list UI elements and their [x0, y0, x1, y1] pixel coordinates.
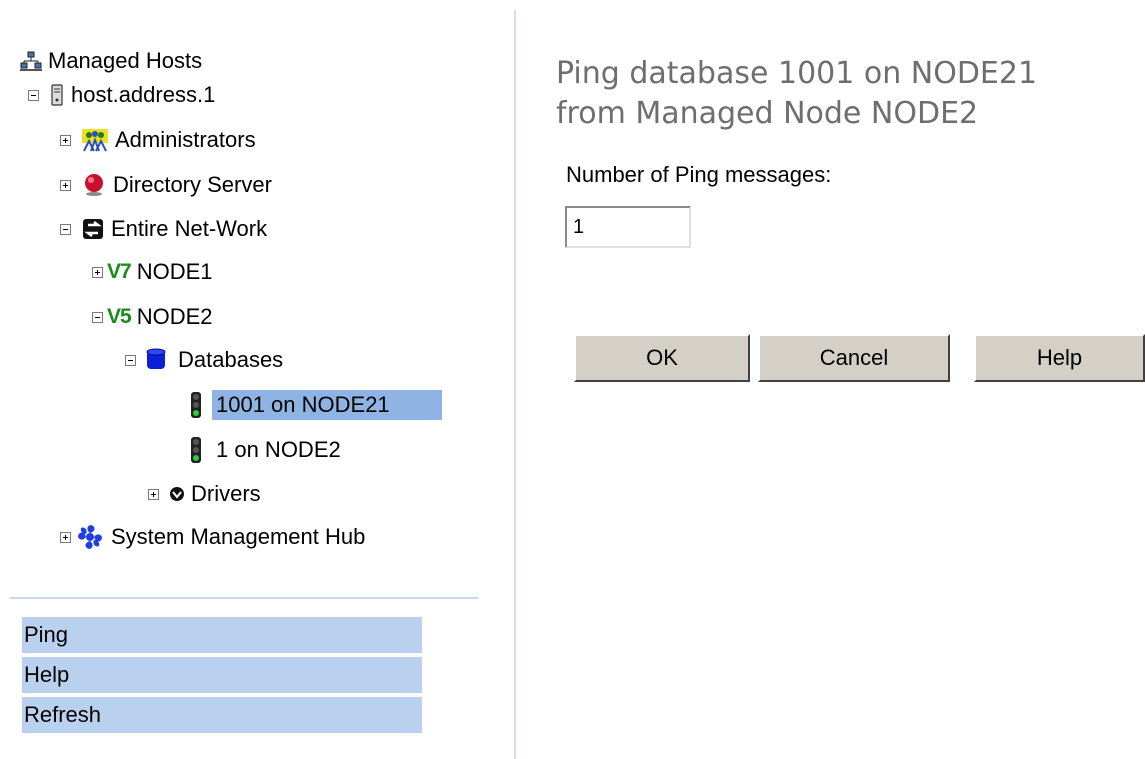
collapse-toggle-icon[interactable] — [28, 89, 39, 101]
smh-icon — [75, 523, 105, 551]
version-badge: V5 — [107, 305, 132, 328]
traffic-light-icon — [190, 437, 202, 463]
content-pane: Ping database 1001 on NODE21 from Manage… — [516, 0, 1145, 759]
ok-button[interactable]: OK — [574, 334, 750, 382]
action-ping[interactable]: Ping — [22, 617, 422, 653]
page-title-line1: Ping database 1001 on NODE21 — [556, 56, 1038, 91]
ping-count-label: Number of Ping messages: — [566, 162, 832, 187]
administrators-icon — [81, 128, 109, 152]
tree-item-databases[interactable]: Databases — [125, 346, 283, 374]
version-badge: V7 — [107, 260, 132, 283]
tree-item-system-management-hub[interactable]: System Management Hub — [60, 523, 365, 551]
tree-item-node1[interactable]: V7 NODE1 — [92, 258, 212, 286]
cancel-button[interactable]: Cancel — [758, 334, 950, 382]
database-icon — [146, 348, 166, 372]
collapse-toggle-icon[interactable] — [60, 223, 71, 235]
help-button[interactable]: Help — [974, 334, 1145, 382]
tree-label: NODE1 — [136, 259, 213, 284]
expand-toggle-icon[interactable] — [60, 134, 71, 146]
tree-item-managed-hosts[interactable]: Managed Hosts — [20, 47, 202, 75]
navigation-pane: Managed Hosts host.address.1 Administrat… — [0, 0, 514, 759]
action-help[interactable]: Help — [22, 657, 422, 693]
entire-network-icon — [81, 217, 105, 241]
expand-toggle-icon[interactable] — [60, 179, 71, 191]
tree-item-entire-network[interactable]: Entire Net-Work — [60, 215, 267, 243]
expand-toggle-icon[interactable] — [60, 531, 71, 543]
drivers-icon — [169, 486, 185, 502]
tree-label: Managed Hosts — [48, 48, 203, 73]
tree-item-node2[interactable]: V5 NODE2 — [92, 303, 212, 331]
tree-item-drivers[interactable]: Drivers — [148, 480, 261, 508]
tree-label: Directory Server — [113, 172, 272, 197]
tree-label: Drivers — [191, 481, 261, 506]
tree-label-selected: 1001 on NODE21 — [212, 390, 442, 420]
tree-label: Databases — [178, 347, 284, 372]
page-title-line2: from Managed Node NODE2 — [556, 96, 979, 131]
tree-item-db-1001[interactable]: 1001 on NODE21 — [190, 389, 442, 421]
tree-item-host[interactable]: host.address.1 — [28, 81, 215, 109]
red-ball-icon — [81, 173, 107, 197]
tree-label: NODE2 — [136, 304, 213, 329]
managed-hosts-icon — [20, 51, 42, 71]
tree-item-directory-server[interactable]: Directory Server — [60, 171, 272, 199]
tree-item-db-1[interactable]: 1 on NODE2 — [190, 436, 341, 464]
page-title: Ping database 1001 on NODE21 from Manage… — [556, 54, 1141, 134]
ping-count-input[interactable] — [565, 206, 691, 248]
tree-label: host.address.1 — [71, 82, 216, 107]
server-icon — [49, 84, 65, 106]
collapse-toggle-icon[interactable] — [125, 354, 136, 366]
tree-label: 1 on NODE2 — [216, 437, 341, 462]
tree-label: System Management Hub — [111, 524, 366, 549]
expand-toggle-icon[interactable] — [148, 488, 159, 500]
tree-label: Entire Net-Work — [111, 216, 268, 241]
collapse-toggle-icon[interactable] — [92, 311, 103, 323]
action-refresh[interactable]: Refresh — [22, 697, 422, 733]
tree-item-administrators[interactable]: Administrators — [60, 126, 256, 154]
expand-toggle-icon[interactable] — [92, 266, 103, 278]
traffic-light-icon — [190, 392, 202, 418]
pane-divider — [10, 597, 478, 599]
tree-label: Administrators — [115, 127, 256, 152]
